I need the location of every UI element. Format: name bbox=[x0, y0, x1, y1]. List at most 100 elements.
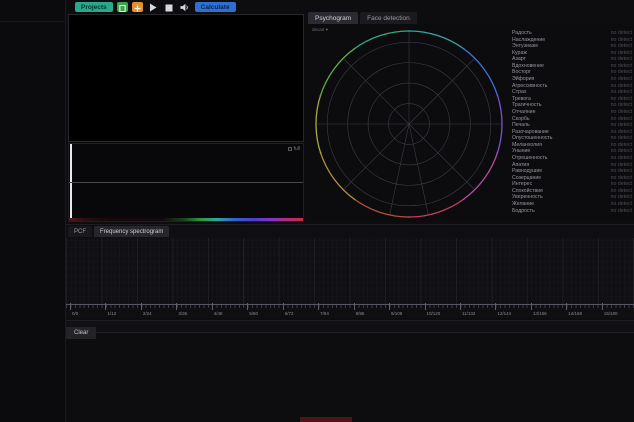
emotion-row: Уверенностьno detect bbox=[512, 194, 632, 201]
emotion-value: no detect bbox=[611, 63, 632, 70]
emotion-name: Энтузиазм bbox=[512, 43, 538, 50]
time-axis-tick bbox=[389, 303, 390, 310]
time-axis-minor-ticks bbox=[66, 305, 634, 308]
emotion-row: Созерцание no detect bbox=[512, 175, 632, 182]
sidebar bbox=[0, 0, 66, 422]
emotion-name: Отчаяние bbox=[512, 109, 535, 116]
emotion-value: no detect bbox=[611, 181, 632, 188]
time-axis-tick bbox=[176, 303, 177, 310]
time-axis-label: 8/96 bbox=[356, 311, 365, 316]
emotion-row: Печальno detect bbox=[512, 122, 632, 129]
volume-button[interactable] bbox=[179, 2, 191, 12]
emotion-name: Созерцание bbox=[512, 175, 541, 182]
emotion-name: Уныние bbox=[512, 148, 530, 155]
time-axis-label: 3/36 bbox=[178, 311, 187, 316]
emotion-name: Азарт bbox=[512, 56, 526, 63]
app-window: Projects bbox=[0, 0, 634, 422]
spectrogram-area bbox=[66, 238, 634, 304]
emotion-name: Отрешенность bbox=[512, 155, 548, 162]
time-axis-tick bbox=[70, 303, 71, 310]
emotion-row: Энтузиазм no detect bbox=[512, 43, 632, 50]
emotion-value: no detect bbox=[611, 37, 632, 44]
time-axis-label: 4/48 bbox=[214, 311, 223, 316]
emotion-row: Страхno detect bbox=[512, 89, 632, 96]
emotion-value: no detect bbox=[611, 175, 632, 182]
open-file-button[interactable] bbox=[117, 2, 128, 12]
clear-bar: Clear bbox=[66, 320, 634, 333]
emotion-name: Печаль bbox=[512, 122, 530, 129]
emotion-value: no detect bbox=[611, 76, 632, 83]
emotion-value: no detect bbox=[611, 109, 632, 116]
emotion-value: no detect bbox=[611, 194, 632, 201]
emotion-value: no detect bbox=[611, 116, 632, 123]
psychogram-chart bbox=[314, 29, 504, 219]
time-axis-tick bbox=[212, 303, 213, 310]
time-axis-tick bbox=[425, 303, 426, 310]
play-button[interactable] bbox=[147, 2, 159, 12]
time-axis-label: 6/72 bbox=[285, 311, 294, 316]
time-axis-label: 14/168 bbox=[568, 311, 582, 316]
emotion-name: Скорбь bbox=[512, 116, 530, 123]
emotion-value: no detect bbox=[611, 148, 632, 155]
emotion-row: Наслаждение no detect bbox=[512, 37, 632, 44]
add-button[interactable] bbox=[132, 2, 143, 12]
time-axis-tick bbox=[141, 303, 142, 310]
emotion-row: Агрессивностьno detect bbox=[512, 83, 632, 90]
stop-button[interactable] bbox=[163, 2, 175, 12]
time-axis-label: 0/0 bbox=[72, 311, 78, 316]
emotion-value: no detect bbox=[611, 155, 632, 162]
emotion-name: Апатия bbox=[512, 162, 529, 169]
play-icon bbox=[149, 0, 157, 15]
emotion-row: Куражno detect bbox=[512, 50, 632, 57]
emotion-value: no detect bbox=[611, 69, 632, 76]
emotion-name: Спокойствие bbox=[512, 188, 543, 195]
tab-face-detection[interactable]: Face detection bbox=[360, 12, 417, 24]
emotion-value: no detect bbox=[611, 50, 632, 57]
checkbox-icon bbox=[288, 147, 292, 151]
speaker-icon bbox=[180, 0, 189, 15]
emotion-row: Опустошенностьno detect bbox=[512, 135, 632, 142]
emotion-value: no detect bbox=[611, 188, 632, 195]
plus-icon bbox=[134, 0, 141, 15]
time-axis-label: 13/156 bbox=[533, 311, 547, 316]
emotion-name: Наслаждение bbox=[512, 37, 545, 44]
emotion-value: no detect bbox=[611, 102, 632, 109]
time-axis-label: 12/144 bbox=[497, 311, 511, 316]
emotion-name: Эйфория bbox=[512, 76, 534, 83]
emotion-value: no detect bbox=[611, 30, 632, 37]
time-axis-tick bbox=[247, 303, 248, 310]
waveform-centerline bbox=[69, 182, 303, 183]
emotion-row: Трагичностьno detect bbox=[512, 102, 632, 109]
tab-frequency-spectrogram[interactable]: Frequency spectrogram bbox=[94, 226, 169, 237]
time-axis-tick bbox=[354, 303, 355, 310]
time-axis-tick bbox=[602, 303, 603, 310]
hue-scale-strip bbox=[69, 218, 303, 221]
emotion-row: Меланхолияno detect bbox=[512, 142, 632, 149]
time-axis-tick bbox=[531, 303, 532, 310]
emotion-value: no detect bbox=[611, 89, 632, 96]
right-panel-tabs: Psychogram Face detection bbox=[308, 12, 417, 24]
tab-psychogram[interactable]: Psychogram bbox=[308, 12, 358, 24]
video-preview bbox=[68, 14, 304, 142]
emotion-row: Уныние no detect bbox=[512, 148, 632, 155]
projects-button[interactable]: Projects bbox=[75, 2, 113, 12]
emotion-row: Апатияno detect bbox=[512, 162, 632, 169]
time-axis: 0/01/122/243/364/485/606/727/848/969/108… bbox=[66, 304, 634, 319]
tab-pcf[interactable]: PCF bbox=[68, 226, 92, 237]
stop-icon bbox=[165, 0, 173, 15]
spectrogram-panel: PCF Frequency spectrogram 0/01/122/243/3… bbox=[66, 224, 634, 318]
emotion-row: Желаниеno detect bbox=[512, 201, 632, 208]
calculate-button[interactable]: Calculate bbox=[195, 2, 236, 12]
time-axis-tick bbox=[460, 303, 461, 310]
time-axis-label: 11/132 bbox=[462, 311, 475, 316]
clear-button[interactable]: Clear bbox=[66, 327, 96, 339]
emotion-name: Бодрость bbox=[512, 208, 535, 215]
time-axis-label: 9/108 bbox=[391, 311, 402, 316]
emotion-value: no detect bbox=[611, 96, 632, 103]
emotion-value: no detect bbox=[611, 43, 632, 50]
emotion-name: Меланхолия bbox=[512, 142, 542, 149]
full-checkbox[interactable]: full bbox=[288, 146, 300, 152]
psychogram-panel: decart ▾ Радостьno detectНаслаждениеno d… bbox=[305, 24, 634, 222]
emotion-value: no detect bbox=[611, 83, 632, 90]
emotion-value: no detect bbox=[611, 56, 632, 63]
